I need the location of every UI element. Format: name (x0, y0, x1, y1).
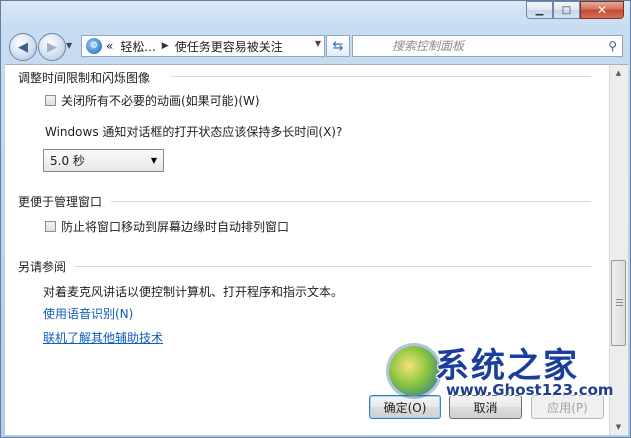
grip-line (616, 299, 623, 300)
refresh-icon: ⇆ (332, 38, 344, 54)
forward-button[interactable]: ▶ (38, 33, 66, 61)
search-input[interactable] (390, 38, 594, 54)
section-divider (75, 266, 591, 267)
snap-checkbox-label[interactable]: 防止将窗口移动到屏幕边缘时自动排列窗口 (61, 218, 289, 235)
back-arrow-icon: ◀ (18, 39, 28, 55)
refresh-button[interactable]: ⇆ (326, 35, 350, 57)
control-panel-icon: ⚙ (86, 38, 102, 54)
navigation-bar: ◀ ▶ ▼ ⚙ « 轻松... ▶ 使任务更容易被关注 ▼ ⇆ ⚲ (5, 30, 628, 64)
assistive-tech-online-link[interactable]: 联机了解其他辅助技术 (43, 329, 163, 346)
notify-duration-value: 5.0 秒 (50, 154, 85, 168)
notify-duration-select[interactable]: 5.0 秒 ▼ (43, 149, 164, 172)
grip-line (616, 302, 623, 303)
scroll-down-arrow-icon[interactable]: ▼ (610, 419, 627, 435)
apply-button[interactable]: 应用(P) (531, 395, 604, 419)
grip-line (616, 305, 623, 306)
scroll-up-arrow-icon[interactable]: ▲ (610, 65, 627, 81)
speech-description: 对着麦克风讲话以便控制计算机、打开程序和指示文本。 (43, 285, 344, 299)
minimize-icon: ▁ (535, 4, 544, 16)
animations-checkbox[interactable] (45, 95, 56, 106)
section-title-see-also: 另请参阅 (18, 260, 67, 274)
notify-duration-question: Windows 通知对话框的打开状态应该保持多长时间(X)? (45, 125, 343, 139)
minimize-button[interactable]: ▁ (526, 1, 553, 19)
checkbox-row-snap[interactable]: 防止将窗口移动到屏幕边缘时自动排列窗口 (45, 218, 289, 235)
address-overflow-chevron[interactable]: « (106, 39, 113, 53)
search-icon[interactable]: ⚲ (608, 39, 617, 53)
search-box[interactable]: ⚲ (352, 35, 623, 57)
vertical-scrollbar[interactable]: ▲ ▼ (609, 64, 628, 435)
address-dropdown-icon[interactable]: ▼ (315, 39, 321, 48)
ok-button[interactable]: 确定(O) (369, 395, 441, 419)
animations-checkbox-label[interactable]: 关闭所有不必要的动画(如果可能)(W) (61, 92, 260, 109)
close-icon: ✕ (596, 3, 608, 17)
content-pane: 调整时间限制和闪烁图像 关闭所有不必要的动画(如果可能)(W) Windows … (5, 64, 609, 435)
section-title-flash: 调整时间限制和闪烁图像 (18, 71, 151, 85)
window-frame: ▁ □ ✕ ◀ ▶ ▼ ⚙ « 轻松... ▶ 使任务更容易被关注 ▼ ⇆ 搜索… (0, 0, 631, 438)
breadcrumb-current-page[interactable]: 使任务更容易被关注 (175, 38, 283, 55)
section-divider (171, 76, 591, 77)
speech-recognition-link[interactable]: 使用语音识别(N) (43, 305, 133, 322)
maximize-button[interactable]: □ (553, 1, 580, 19)
recent-pages-chevron-icon[interactable]: ▼ (66, 41, 72, 50)
address-bar[interactable]: ⚙ « 轻松... ▶ 使任务更容易被关注 ▼ (81, 35, 325, 57)
maximize-icon: □ (561, 4, 572, 16)
section-title-windows: 更便于管理窗口 (18, 195, 103, 209)
section-divider (111, 201, 591, 202)
caption-buttons: ▁ □ ✕ (526, 1, 624, 19)
close-button[interactable]: ✕ (580, 1, 624, 19)
scrollbar-thumb[interactable] (611, 260, 626, 346)
breadcrumb-ease-of-access[interactable]: 轻松... (120, 38, 155, 55)
snap-checkbox[interactable] (45, 221, 56, 232)
dropdown-arrow-icon: ▼ (150, 156, 157, 165)
breadcrumb-separator-icon[interactable]: ▶ (162, 41, 169, 51)
cancel-button[interactable]: 取消 (449, 395, 522, 419)
checkbox-row-animations[interactable]: 关闭所有不必要的动画(如果可能)(W) (45, 92, 260, 109)
back-button[interactable]: ◀ (9, 33, 37, 61)
forward-arrow-icon: ▶ (47, 39, 57, 55)
